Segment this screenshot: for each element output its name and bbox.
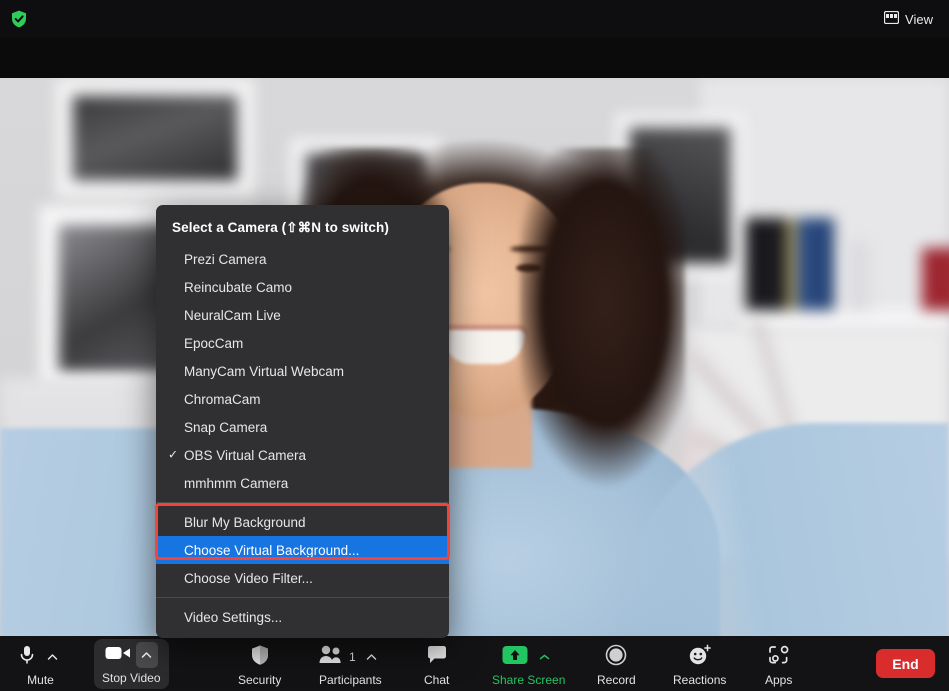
share-screen-chevron-up-icon[interactable] (533, 644, 555, 670)
person-smile (443, 330, 525, 364)
small-vase (848, 240, 870, 310)
toolbar-label-share-screen: Share Screen (492, 673, 565, 687)
toolbar-button-chat[interactable]: Chat (424, 644, 449, 687)
mute-chevron-up-icon[interactable] (41, 644, 63, 670)
microphone-icon (18, 644, 36, 671)
self-video-feed[interactable] (0, 78, 949, 636)
menu-item-label: EpocCam (184, 336, 243, 351)
participants-count: 1 (349, 651, 356, 663)
record-circle-icon (605, 644, 627, 671)
toolbar-button-share-screen[interactable]: Share Screen (492, 644, 565, 687)
toolbar-button-participants[interactable]: 1 Participants (318, 644, 383, 687)
menu-item-camera[interactable]: EpocCam (156, 329, 449, 357)
encryption-shield-icon[interactable] (8, 8, 30, 30)
toolbar-button-apps[interactable]: Apps (765, 644, 792, 687)
books (746, 218, 834, 310)
toolbar-label-mute: Mute (27, 673, 54, 687)
zoom-meeting-window: View (0, 0, 949, 691)
red-box-decor (922, 248, 949, 310)
person-hair-right (520, 148, 685, 488)
menu-item-video-settings[interactable]: Video Settings... (156, 603, 449, 631)
toolbar-button-mute[interactable]: Mute (18, 644, 63, 687)
menu-item-camera[interactable]: ChromaCam (156, 385, 449, 413)
chat-bubble-icon (426, 645, 448, 670)
view-button[interactable]: View (880, 8, 937, 30)
video-camera-icon (105, 644, 131, 667)
toolbar-label-participants: Participants (319, 673, 382, 687)
share-screen-up-arrow-icon (502, 645, 528, 670)
menu-item-camera-selected[interactable]: ✓ OBS Virtual Camera (156, 441, 449, 469)
menu-item-choose-video-filter[interactable]: Choose Video Filter... (156, 564, 449, 592)
menu-item-camera[interactable]: ManyCam Virtual Webcam (156, 357, 449, 385)
check-icon: ✓ (168, 448, 178, 463)
toolbar-button-record[interactable]: Record (597, 644, 636, 687)
menu-item-label: Blur My Background (184, 515, 306, 530)
smiley-plus-icon (688, 644, 712, 671)
menu-item-label: mmhmm Camera (184, 476, 288, 491)
menu-item-label: Video Settings... (184, 610, 282, 625)
menu-item-label: NeuralCam Live (184, 308, 281, 323)
menu-item-camera[interactable]: Reincubate Camo (156, 273, 449, 301)
menu-item-label: Choose Video Filter... (184, 571, 313, 586)
menu-item-camera[interactable]: Prezi Camera (156, 245, 449, 273)
gallery-view-icon (884, 11, 899, 27)
participants-chevron-up-icon[interactable] (361, 644, 383, 670)
view-label: View (905, 12, 933, 27)
toolbar-label-reactions: Reactions (673, 673, 726, 687)
wall-frame-1 (55, 78, 255, 198)
toolbar-label-chat: Chat (424, 673, 449, 687)
menu-separator (156, 502, 449, 503)
toolbar-button-stop-video[interactable]: Stop Video (94, 639, 169, 689)
meeting-top-bar: View (0, 0, 949, 38)
select-camera-menu[interactable]: Select a Camera (⇧⌘N to switch) Prezi Ca… (156, 205, 449, 638)
menu-title: Select a Camera (⇧⌘N to switch) (156, 211, 449, 245)
toolbar-label-security: Security (238, 673, 281, 687)
toolbar-label-apps: Apps (765, 673, 792, 687)
menu-separator (156, 597, 449, 598)
menu-item-camera[interactable]: Snap Camera (156, 413, 449, 441)
menu-item-label: Choose Virtual Background... (184, 543, 359, 558)
meeting-controls-toolbar: Mute Stop Video (0, 636, 949, 691)
toolbar-label-record: Record (597, 673, 636, 687)
menu-item-label: ChromaCam (184, 392, 261, 407)
toolbar-button-security[interactable]: Security (238, 644, 281, 687)
toolbar-label-stop-video: Stop Video (102, 671, 161, 685)
people-icon (318, 645, 344, 669)
video-stage (0, 38, 949, 636)
menu-item-label: Reincubate Camo (184, 280, 292, 295)
menu-item-blur-background[interactable]: Blur My Background (156, 508, 449, 536)
menu-item-camera[interactable]: mmhmm Camera (156, 469, 449, 497)
menu-item-camera[interactable]: NeuralCam Live (156, 301, 449, 329)
camera-list: Prezi Camera Reincubate Camo NeuralCam L… (156, 245, 449, 497)
end-meeting-button[interactable]: End (876, 649, 935, 678)
toolbar-button-reactions[interactable]: Reactions (673, 644, 726, 687)
menu-item-label: Prezi Camera (184, 252, 267, 267)
apps-bracket-icon (768, 645, 790, 670)
menu-item-label: ManyCam Virtual Webcam (184, 364, 344, 379)
menu-item-choose-virtual-background[interactable]: Choose Virtual Background... (156, 536, 449, 564)
menu-item-label: OBS Virtual Camera (184, 448, 306, 463)
shield-icon (250, 644, 270, 671)
menu-item-label: Snap Camera (184, 420, 267, 435)
video-chevron-up-icon[interactable] (136, 642, 158, 668)
